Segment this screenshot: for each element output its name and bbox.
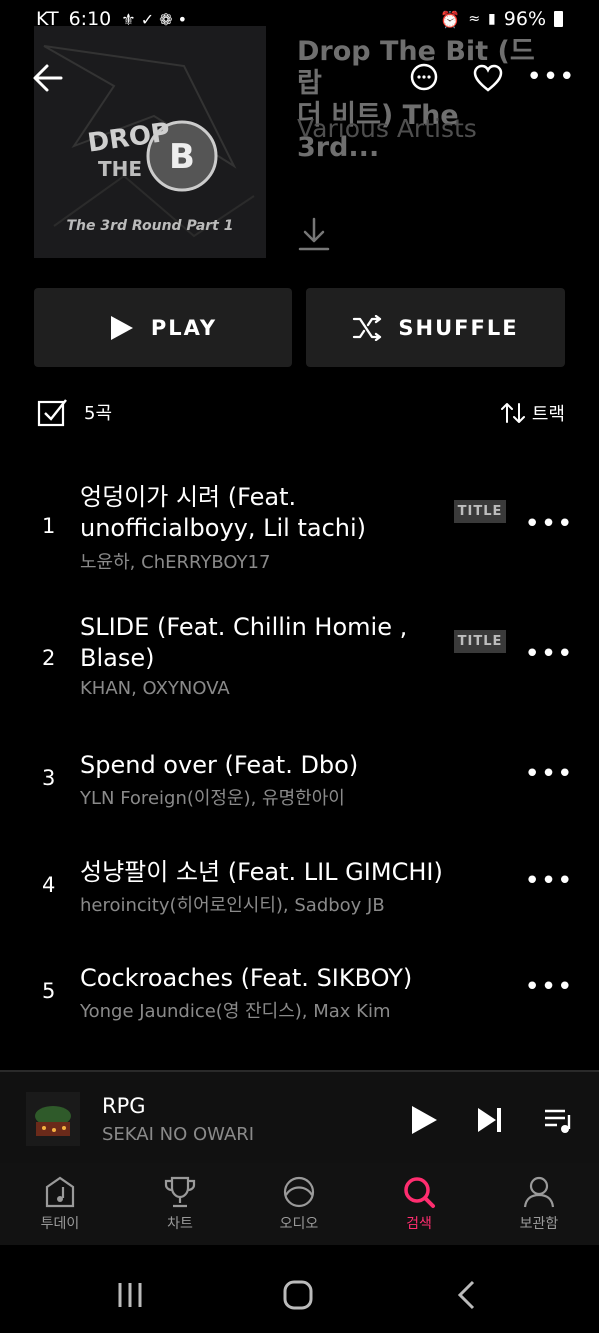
nav-item-today[interactable]: 투데이 — [20, 1175, 100, 1233]
system-nav-bar — [0, 1245, 599, 1333]
track-row[interactable]: 4 성냥팔이 소년 (Feat. LIL GIMCHI) heroincity(… — [0, 853, 599, 923]
album-cover-art: B DROP THE The 3rd Round Part 1 — [34, 26, 266, 258]
now-playing-thumbnail — [26, 1092, 80, 1146]
playlist-icon — [545, 1109, 571, 1133]
player-next-button[interactable] — [470, 1100, 510, 1140]
album-cover: B DROP THE The 3rd Round Part 1 — [34, 26, 266, 258]
nav-label: 보관함 — [519, 1216, 559, 1232]
shuffle-icon — [353, 314, 382, 341]
track-title: 성냥팔이 소년 (Feat. LIL GIMCHI) — [80, 858, 443, 886]
play-button[interactable]: PLAY — [34, 288, 292, 367]
track-number: 3 — [42, 766, 56, 790]
recent-apps-button[interactable] — [110, 1275, 150, 1315]
track-number: 5 — [42, 979, 56, 1003]
like-button[interactable] — [470, 60, 506, 96]
track-row[interactable]: 3 Spend over (Feat. Dbo) YLN Foreign(이정운… — [0, 746, 599, 816]
track-number: 4 — [42, 873, 56, 897]
album-artist[interactable]: Various Artists — [297, 114, 477, 143]
comment-icon — [410, 63, 438, 91]
nav-item-search[interactable]: 검색 — [379, 1175, 459, 1233]
alarm-icon: ⏰ — [440, 9, 461, 29]
now-playing-artist: SEKAI NO OWARI — [102, 1124, 255, 1145]
album-title: Drop The Bit (드랍 더 비트) The 3rd... — [297, 36, 535, 163]
nav-label: 오디오 — [279, 1216, 319, 1232]
track-number: 2 — [42, 646, 56, 670]
now-playing-art — [26, 1092, 80, 1146]
download-icon — [298, 217, 330, 251]
svg-text:B: B — [169, 137, 195, 177]
playlist-button[interactable] — [540, 1102, 578, 1140]
svg-text:THE: THE — [98, 157, 142, 181]
nav-item-library[interactable]: 보관함 — [499, 1175, 579, 1233]
track-artist: Yonge Jaundice(영 잔디스), Max Kim — [80, 1001, 391, 1022]
track-title: SLIDE (Feat. Chillin Homie , Blase) — [80, 613, 408, 672]
track-artist: KHAN, OXYNOVA — [80, 678, 230, 699]
audio-icon — [283, 1176, 315, 1208]
status-right: ⏰ ≈ ▮ 96% — [440, 8, 563, 30]
sort-button[interactable]: 트랙 — [500, 400, 565, 426]
home-icon — [283, 1280, 313, 1310]
play-icon — [110, 315, 133, 340]
track-more-button[interactable]: ••• — [525, 866, 573, 896]
battery-label: 96% — [503, 8, 546, 30]
more-icon: ••• — [526, 62, 576, 92]
track-row[interactable]: 1 엉덩이가 시려 (Feat. unofficialboyy, Lil tac… — [0, 478, 599, 578]
heart-icon — [473, 64, 503, 92]
battery-icon — [554, 11, 563, 27]
music-note-icon — [45, 1176, 75, 1208]
more-options-button[interactable]: ••• — [527, 62, 575, 92]
back-button[interactable] — [28, 58, 68, 98]
track-title: Spend over (Feat. Dbo) — [80, 751, 359, 779]
checkbox-icon — [37, 399, 67, 427]
download-button[interactable] — [296, 214, 332, 254]
sort-label: 트랙 — [531, 404, 565, 425]
person-icon — [523, 1176, 555, 1208]
track-row[interactable]: 2 SLIDE (Feat. Chillin Homie , Blase) KH… — [0, 608, 599, 708]
back-chevron-icon — [457, 1280, 475, 1310]
sort-icon — [500, 403, 525, 423]
shuffle-label: SHUFFLE — [398, 315, 519, 340]
title-badge: TITLE — [454, 630, 506, 653]
track-more-button[interactable]: ••• — [525, 509, 573, 539]
track-artist: heroincity(히어로인시티), Sadboy JB — [80, 895, 385, 916]
search-icon — [404, 1177, 435, 1208]
wifi-icon: ≈ — [468, 11, 481, 27]
back-arrow-icon — [33, 64, 63, 92]
track-artist: 노윤하, ChERRYBOY17 — [80, 552, 271, 573]
comment-button[interactable] — [406, 60, 442, 96]
track-more-button[interactable]: ••• — [525, 639, 573, 669]
nav-label: 투데이 — [40, 1216, 80, 1232]
signal-icon: ▮ — [488, 11, 496, 27]
track-list-header: 5곡 트랙 — [36, 396, 565, 430]
play-label: PLAY — [150, 315, 218, 340]
track-title: 엉덩이가 시려 (Feat. unofficialboyy, Lil tachi… — [80, 483, 367, 542]
track-row[interactable]: 5 Cockroaches (Feat. SIKBOY) Yonge Jaund… — [0, 959, 599, 1029]
bottom-nav: 투데이 차트 오디오 검색 보관함 — [0, 1163, 599, 1245]
track-artist: YLN Foreign(이정운), 유명한아이 — [80, 788, 345, 809]
now-playing-title: RPG — [102, 1094, 146, 1118]
nav-item-audio[interactable]: 오디오 — [259, 1175, 339, 1233]
back-nav-button[interactable] — [446, 1275, 486, 1315]
recent-apps-icon — [118, 1283, 142, 1307]
nav-label: 차트 — [167, 1216, 193, 1232]
home-button[interactable] — [278, 1275, 318, 1315]
nav-item-chart[interactable]: 차트 — [140, 1175, 220, 1233]
player-play-button[interactable] — [404, 1100, 444, 1140]
shuffle-button[interactable]: SHUFFLE — [306, 288, 565, 367]
track-more-button[interactable]: ••• — [525, 759, 573, 789]
mini-player[interactable]: RPG SEKAI NO OWARI — [0, 1070, 599, 1165]
track-number: 1 — [42, 514, 56, 538]
skip-next-icon — [478, 1108, 501, 1132]
nav-label: 검색 — [406, 1216, 432, 1232]
svg-text:The 3rd Round Part 1: The 3rd Round Part 1 — [67, 218, 234, 234]
track-more-button[interactable]: ••• — [525, 972, 573, 1002]
trophy-icon — [164, 1176, 196, 1208]
select-all-button[interactable]: 5곡 — [36, 396, 112, 428]
track-count: 5곡 — [84, 403, 113, 424]
play-icon — [412, 1106, 437, 1134]
track-title: Cockroaches (Feat. SIKBOY) — [80, 964, 413, 992]
title-badge: TITLE — [454, 500, 506, 523]
